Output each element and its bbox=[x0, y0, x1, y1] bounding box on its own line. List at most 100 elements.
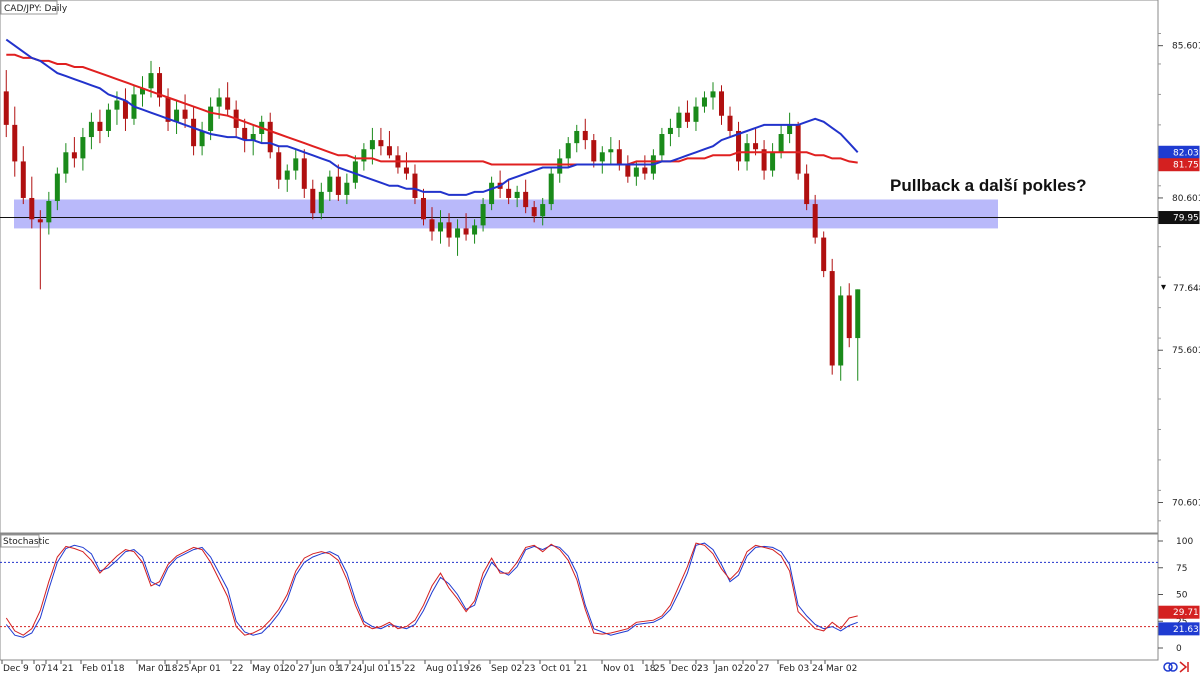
candle-body bbox=[778, 134, 784, 153]
candle-body bbox=[429, 219, 435, 232]
support-price-badge-text: 79.958 bbox=[1173, 214, 1200, 224]
candle bbox=[829, 258, 835, 375]
stoch-d-badge-text: 21.63 bbox=[1173, 625, 1199, 635]
x-tick-label: 24 bbox=[812, 664, 824, 674]
candle-body bbox=[701, 97, 707, 107]
candle-body bbox=[506, 188, 512, 198]
candle-body bbox=[122, 100, 128, 119]
stochastic-title: Stochastic bbox=[3, 537, 50, 547]
x-tick-label: 07 bbox=[35, 664, 46, 674]
candle-body bbox=[633, 167, 639, 177]
stoch-y-tick-label: 100 bbox=[1176, 537, 1193, 547]
x-tick-label: Sep 02 bbox=[491, 664, 522, 674]
link-icon[interactable] bbox=[1163, 662, 1178, 672]
candle-body bbox=[667, 127, 673, 135]
x-tick-label: Jan 02 bbox=[714, 664, 743, 674]
x-tick-label: Nov 01 bbox=[603, 664, 635, 674]
candle-body bbox=[625, 164, 631, 177]
x-tick-label: 23 bbox=[697, 664, 708, 674]
candle-body bbox=[63, 152, 69, 174]
support-price-badge: 79.958 bbox=[1158, 211, 1200, 225]
x-tick-label: Mar 01 bbox=[138, 664, 169, 674]
x-tick-label: Dec bbox=[3, 664, 20, 674]
x-tick-label: Mar 02 bbox=[826, 664, 857, 674]
candle-body bbox=[710, 91, 716, 98]
candle-body bbox=[855, 289, 861, 339]
chart-canvas: 85.601 80.601 75.601 70.601 100 75 50 25 0 Dec90… bbox=[0, 0, 1200, 674]
candle bbox=[795, 121, 801, 180]
candle-body bbox=[318, 191, 324, 214]
candle-body bbox=[208, 106, 214, 131]
candle-body bbox=[472, 225, 478, 235]
x-tick-label: 15 bbox=[390, 664, 401, 674]
candle-body bbox=[463, 228, 469, 235]
candle-body bbox=[540, 204, 546, 217]
last-price-badge: 77.648 bbox=[1158, 281, 1200, 295]
y-tick-label: 80.601 bbox=[1172, 194, 1200, 204]
candle-body bbox=[182, 109, 188, 119]
scroll-right-icon[interactable] bbox=[1179, 661, 1189, 673]
candle-body bbox=[574, 130, 580, 144]
candle-body bbox=[684, 112, 690, 122]
candle-body bbox=[310, 188, 316, 214]
candle-body bbox=[812, 204, 818, 238]
x-tick-label: 14 bbox=[47, 664, 59, 674]
y-tick-label: 85.601 bbox=[1172, 42, 1200, 52]
candle bbox=[821, 231, 827, 278]
stoch-y-tick-label: 0 bbox=[1176, 644, 1182, 654]
x-tick-label: 22 bbox=[404, 664, 415, 674]
y-axis-layer: 85.60180.60175.60170.6011007550250 bbox=[1158, 33, 1200, 654]
candle-body bbox=[548, 173, 554, 205]
support-layer bbox=[0, 199, 1158, 229]
candle-body bbox=[386, 146, 392, 156]
x-axis-layer: Dec 9 07 14 21 Feb 01 18 Mar 0118 25 Apr 01 22 May … bbox=[0, 659, 1158, 674]
x-tick-label: 21 bbox=[576, 664, 587, 674]
candle-body bbox=[642, 167, 648, 174]
candle-body bbox=[565, 143, 571, 159]
x-tick-label: 20 bbox=[284, 664, 296, 674]
candle-body bbox=[284, 170, 290, 180]
candle-body bbox=[514, 191, 520, 198]
last-price-badge-text: 77.648 bbox=[1173, 284, 1200, 294]
candle-body bbox=[105, 109, 111, 131]
candle-body bbox=[787, 124, 793, 135]
candle-body bbox=[480, 204, 486, 226]
candle-body bbox=[531, 207, 537, 217]
candle-body bbox=[71, 152, 77, 159]
y-tick-label: 75.601 bbox=[1172, 346, 1200, 356]
x-tick-label: 18 bbox=[166, 664, 178, 674]
annotation-text: Pullback a další pokles? bbox=[890, 176, 1087, 195]
x-tick-label: 23 bbox=[524, 664, 535, 674]
candle-body bbox=[557, 158, 563, 174]
candle-body bbox=[438, 222, 444, 232]
x-tick-label: 25 bbox=[654, 664, 665, 674]
candle-body bbox=[795, 124, 801, 174]
chart-title: CAD/JPY: Daily bbox=[4, 4, 68, 14]
candle-body bbox=[37, 219, 43, 223]
candle-body bbox=[80, 137, 86, 159]
x-tick-label: 9 bbox=[23, 664, 29, 674]
candle-body bbox=[378, 140, 384, 147]
candle-body bbox=[659, 134, 665, 156]
candle-body bbox=[821, 237, 827, 272]
candle-body bbox=[412, 173, 418, 198]
x-tick-label: 19 bbox=[458, 664, 470, 674]
candle-body bbox=[676, 112, 682, 128]
candle-body bbox=[20, 161, 26, 198]
y-tick-label: 70.601 bbox=[1172, 499, 1200, 509]
x-tick-label: Oct 01 bbox=[541, 664, 571, 674]
candle-body bbox=[719, 91, 725, 116]
x-tick-label: Aug 01 bbox=[426, 664, 458, 674]
x-tick-label: 21 bbox=[62, 664, 73, 674]
chart-stage: 85.601 80.601 75.601 70.601 100 75 50 25 0 Dec90… bbox=[0, 0, 1200, 675]
x-tick-label: 18 bbox=[113, 664, 125, 674]
ma-red-price-badge-text: 81.757 bbox=[1173, 161, 1200, 171]
stoch-y-tick-label: 75 bbox=[1176, 564, 1187, 574]
candle-body bbox=[327, 176, 333, 192]
candle-body bbox=[174, 109, 180, 122]
ma-blue-price-badge-text: 82.035 bbox=[1173, 148, 1200, 158]
x-tick-label: 17 bbox=[338, 664, 349, 674]
ma-red-price-badge: 81.757 bbox=[1158, 158, 1200, 172]
candle-body bbox=[148, 73, 154, 89]
x-tick-label: Jul 01 bbox=[363, 664, 389, 674]
